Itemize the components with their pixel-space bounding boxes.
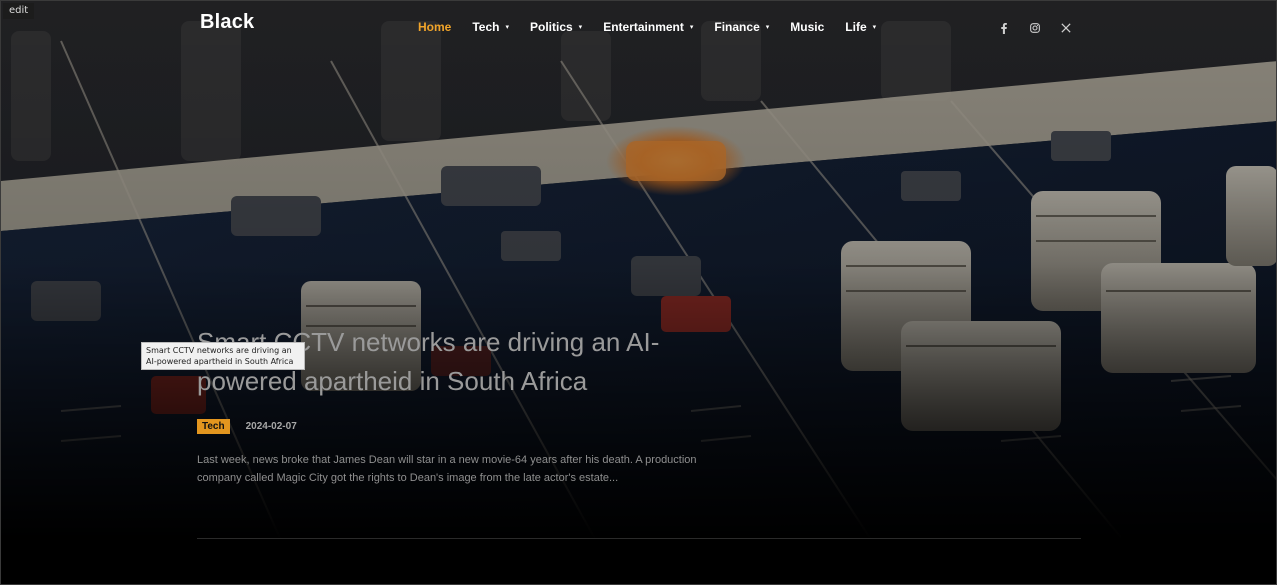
nav-item-label: Politics: [529, 20, 573, 34]
caret-down-icon: ▾: [689, 24, 694, 31]
caret-down-icon: ▾: [505, 24, 509, 31]
section-divider: [197, 538, 1081, 539]
nav-item-tech[interactable]: Tech ▾: [472, 19, 509, 35]
article-date: 2024-02-07: [245, 421, 297, 432]
nav-item-home[interactable]: Home: [418, 19, 451, 35]
nav-item-finance[interactable]: Finance ▾: [714, 19, 769, 35]
nav-item-music[interactable]: Music: [790, 19, 824, 35]
x-icon[interactable]: [1058, 20, 1074, 36]
instagram-icon[interactable]: [1027, 20, 1043, 36]
category-tag[interactable]: Tech: [197, 419, 230, 434]
main-nav: Home Tech ▾ Politics ▾ Entertainment ▾ F…: [418, 19, 897, 35]
caret-down-icon: ▾: [578, 24, 583, 31]
facebook-icon[interactable]: [996, 20, 1012, 36]
caret-down-icon: ▾: [765, 24, 770, 31]
article-excerpt: Last week, news broke that James Dean wi…: [197, 454, 697, 484]
page-frame: edit Black Home Tech ▾ Politics ▾ Entert…: [0, 0, 1277, 585]
nav-item-label: Life: [845, 20, 867, 34]
hero-overlay: [1, 1, 1276, 584]
nav-item-label: Entertainment: [603, 20, 684, 34]
nav-item-label: Tech: [472, 20, 500, 34]
article-meta: Tech 2024-02-07: [197, 419, 297, 434]
site-logo[interactable]: Black: [200, 11, 254, 34]
social-links: [996, 20, 1089, 36]
nav-item-label: Home: [418, 20, 452, 34]
site-header: Black Home Tech ▾ Politics ▾ Entertainme…: [1, 1, 1276, 55]
caret-down-icon: ▾: [872, 24, 877, 31]
nav-item-label: Music: [790, 20, 825, 34]
nav-item-label: Finance: [714, 20, 760, 34]
nav-item-politics[interactable]: Politics ▾: [530, 19, 582, 35]
nav-item-life[interactable]: Life ▾: [845, 19, 876, 35]
headline-tooltip: Smart CCTV networks are driving an AI-po…: [141, 342, 305, 370]
nav-item-entertainment[interactable]: Entertainment ▾: [603, 19, 693, 35]
